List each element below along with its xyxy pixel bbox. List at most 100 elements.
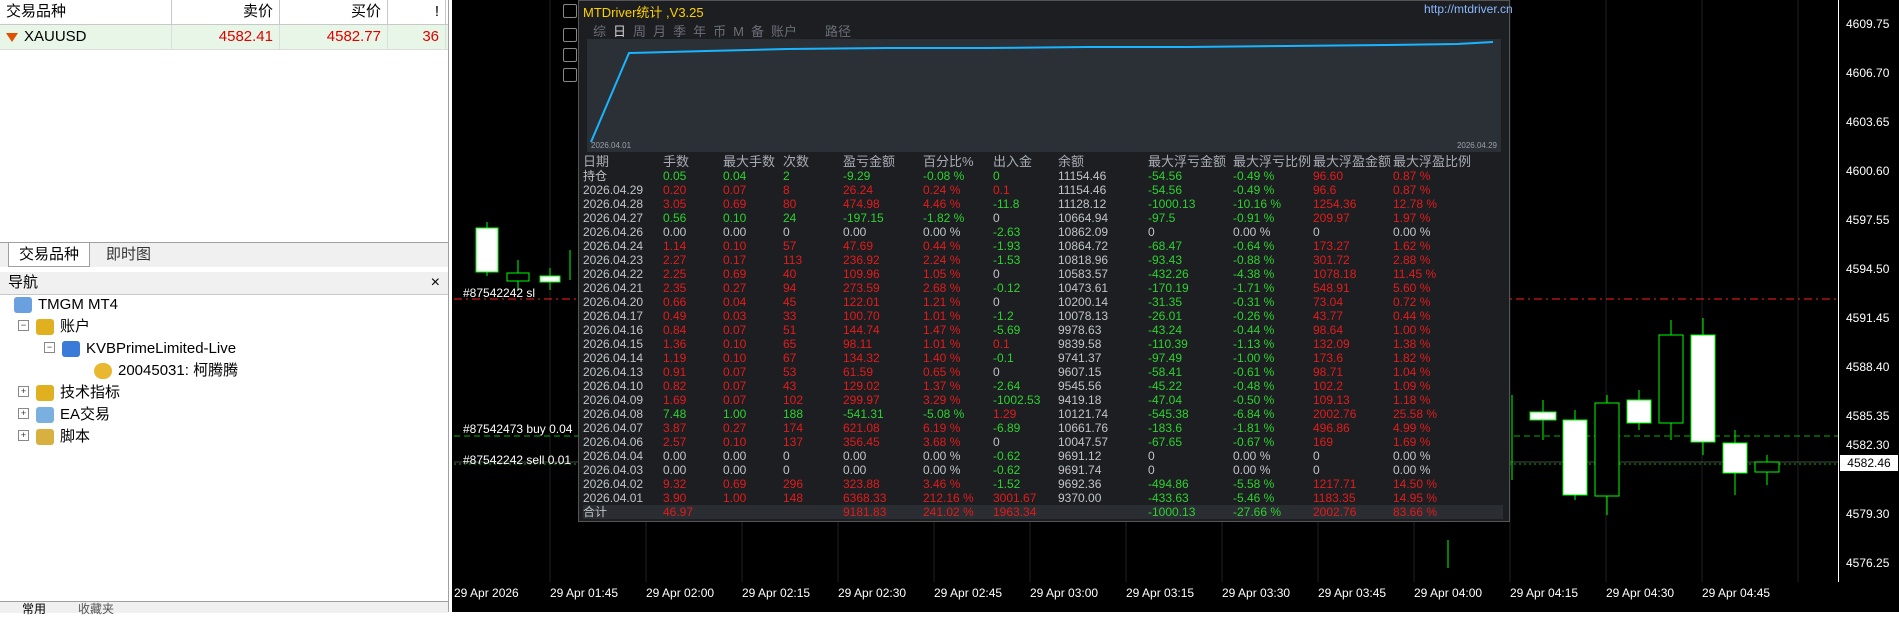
export-icon[interactable] bbox=[563, 48, 577, 62]
tree-item-scripts[interactable]: 脚本 bbox=[36, 426, 90, 448]
table-cell: 0.27 bbox=[723, 421, 747, 435]
table-cell: 0 bbox=[783, 449, 790, 463]
period-tab[interactable]: 年 bbox=[693, 24, 706, 39]
close-icon[interactable]: × bbox=[431, 272, 440, 294]
table-cell: 0.07 bbox=[723, 183, 747, 197]
period-tab[interactable]: 综 bbox=[593, 24, 606, 39]
tree-item-server[interactable]: KVBPrimeLimited-Live bbox=[62, 338, 236, 360]
price-tick: 4603.65 bbox=[1846, 115, 1890, 129]
table-cell: 0.00 bbox=[843, 463, 867, 477]
period-tab[interactable]: 周 bbox=[633, 24, 646, 39]
table-cell: 0.00 % bbox=[1393, 449, 1431, 463]
expand-icon[interactable]: + bbox=[18, 430, 29, 441]
table-cell: 3.29 % bbox=[923, 393, 961, 407]
tree-item-account[interactable]: 20045031: 柯腾腾 bbox=[94, 360, 238, 382]
table-cell: 4.46 % bbox=[923, 197, 961, 211]
table-cell: -5.58 % bbox=[1233, 477, 1275, 491]
table-cell: 5.60 % bbox=[1393, 281, 1431, 295]
column-spread[interactable]: ! bbox=[388, 0, 446, 24]
help-icon[interactable] bbox=[563, 68, 577, 82]
tree-item-broker[interactable]: TMGM MT4 bbox=[14, 294, 118, 316]
period-tab[interactable]: 币 bbox=[713, 24, 726, 39]
tab-tick-chart[interactable]: 即时图 bbox=[96, 243, 161, 267]
table-row: 2026.04.04 0.00 0.00 0 0.00 0.00 % -0.62 9691.1… bbox=[583, 449, 1503, 463]
refresh-icon[interactable] bbox=[563, 28, 577, 42]
table-cell: 0 bbox=[783, 463, 790, 477]
column-symbol[interactable]: 交易品种 bbox=[0, 0, 172, 24]
market-watch-tabs: 交易品种 即时图 bbox=[0, 242, 448, 267]
order-label-sell[interactable]: #87542242 sell 0.01 bbox=[463, 453, 571, 467]
expand-icon[interactable]: + bbox=[18, 408, 29, 419]
period-tab[interactable]: 账户 bbox=[771, 24, 797, 39]
tab-common[interactable]: 常用 bbox=[22, 600, 46, 617]
price-axis[interactable] bbox=[1838, 0, 1899, 582]
table-cell: 0 bbox=[1148, 449, 1155, 463]
table-cell: 9181.83 bbox=[843, 505, 887, 519]
collapse-icon[interactable]: − bbox=[18, 320, 29, 331]
time-tick: 29 Apr 02:45 bbox=[934, 586, 1003, 600]
collapse-icon[interactable]: − bbox=[44, 342, 55, 353]
table-cell: 98.11 bbox=[843, 337, 873, 351]
price-tick: 4588.40 bbox=[1846, 360, 1890, 374]
table-cell: 9839.58 bbox=[1058, 337, 1102, 351]
table-cell: 0.91 bbox=[663, 365, 687, 379]
table-cell: 46.97 bbox=[663, 505, 694, 519]
table-cell: 14.95 % bbox=[1393, 491, 1438, 505]
table-cell: 1.47 % bbox=[923, 323, 961, 337]
table-cell: 0.20 bbox=[663, 183, 687, 197]
column-ask[interactable]: 买价 bbox=[280, 0, 388, 24]
table-cell: -183.6 bbox=[1148, 421, 1183, 435]
tree-item-indicators[interactable]: 技术指标 bbox=[36, 382, 120, 404]
order-label-sl[interactable]: #87542242 sl bbox=[463, 286, 535, 300]
table-row: 2026.04.27 0.56 0.10 24 -197.15 -1.82 % 0 10664… bbox=[583, 211, 1503, 225]
symbol-row-xauusd[interactable]: XAUUSD 4582.41 4582.77 36 bbox=[0, 25, 448, 50]
table-cell: 33 bbox=[783, 309, 797, 323]
table-cell: 2.88 % bbox=[1393, 253, 1431, 267]
table-row: 2026.04.13 0.91 0.07 53 61.59 0.65 % 0 9607.15 -… bbox=[583, 365, 1503, 379]
table-cell: 3.87 bbox=[663, 421, 687, 435]
table-cell: 0.24 % bbox=[923, 183, 961, 197]
table-cell: 2.35 bbox=[663, 281, 687, 295]
table-row: 2026.04.08 7.48 1.00 188 -541.31 -5.08 % 1.29 1… bbox=[583, 407, 1503, 421]
table-cell: 10078.13 bbox=[1058, 309, 1109, 323]
period-tab[interactable]: 季 bbox=[673, 24, 686, 39]
table-row: 2026.04.26 0.00 0.00 0 0.00 0.00 % -2.63 10862.… bbox=[583, 225, 1503, 239]
expand-icon[interactable]: + bbox=[18, 386, 29, 397]
table-row: 2026.04.03 0.00 0.00 0 0.00 0.00 % -0.62 9691.7… bbox=[583, 463, 1503, 477]
table-cell: -0.12 bbox=[993, 281, 1021, 295]
mtdriver-title: MTDriver统计 ,V3.25 bbox=[583, 5, 704, 20]
table-cell: 129.02 bbox=[843, 379, 880, 393]
table-cell: 1.69 % bbox=[1393, 435, 1431, 449]
table-cell: 11154.46 bbox=[1058, 169, 1107, 183]
order-label-buy[interactable]: #87542473 buy 0.04 bbox=[463, 422, 572, 436]
period-tab[interactable]: 日 bbox=[613, 24, 626, 39]
mtdriver-link[interactable]: http://mtdriver.cn bbox=[1424, 2, 1513, 16]
period-tab[interactable]: 月 bbox=[653, 24, 666, 39]
table-cell: 9370.00 bbox=[1058, 491, 1102, 505]
table-cell: 日期 bbox=[583, 154, 610, 169]
table-cell: 173.27 bbox=[1313, 239, 1350, 253]
navigator-title: 导航 bbox=[8, 274, 39, 291]
table-cell: 241.02 % bbox=[923, 505, 974, 519]
table-cell: 0.07 bbox=[723, 323, 747, 337]
table-cell: 132.09 bbox=[1313, 337, 1350, 351]
table-cell: 2026.04.23 bbox=[583, 253, 644, 267]
table-cell: 手数 bbox=[663, 154, 690, 169]
tree-item-accounts[interactable]: 账户 bbox=[36, 316, 90, 338]
table-cell: 0.00 % bbox=[1233, 225, 1271, 239]
table-cell: -0.48 % bbox=[1233, 379, 1275, 393]
tab-symbols[interactable]: 交易品种 bbox=[8, 243, 91, 267]
table-row: 2026.04.07 3.87 0.27 174 621.08 6.19 % -6.89 10… bbox=[583, 421, 1503, 435]
price-tick: 4606.70 bbox=[1846, 66, 1890, 80]
tree-item-expert-advisors[interactable]: EA交易 bbox=[36, 404, 110, 426]
time-tick: 29 Apr 02:15 bbox=[742, 586, 811, 600]
table-cell: -54.56 bbox=[1148, 183, 1183, 197]
period-tab[interactable]: 备 bbox=[751, 24, 764, 39]
column-bid[interactable]: 卖价 bbox=[172, 0, 280, 24]
settings-icon[interactable] bbox=[563, 4, 577, 18]
period-tab[interactable]: M bbox=[733, 24, 744, 39]
table-cell: -1.52 bbox=[993, 477, 1021, 491]
period-tab[interactable]: 路径 bbox=[825, 24, 851, 39]
tab-favorites[interactable]: 收藏夹 bbox=[78, 600, 114, 617]
table-cell: 148 bbox=[783, 491, 804, 505]
